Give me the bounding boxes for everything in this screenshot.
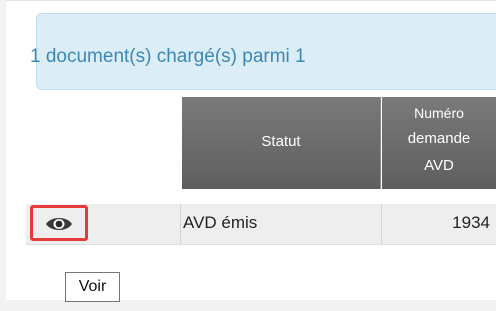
cell-divider: [381, 204, 382, 244]
cell-divider: [180, 204, 181, 244]
column-header-numero-line-2: demande: [407, 130, 471, 147]
column-header-numero-line-1: Numéro: [414, 105, 464, 121]
view-document-button[interactable]: [30, 205, 88, 241]
column-header-numero-demande-avd[interactable]: Numéro demande AVD: [382, 97, 496, 189]
documents-loaded-message: 1 document(s) chargé(s) parmi 1: [30, 46, 306, 67]
eye-icon: [46, 218, 72, 230]
view-tooltip: Voir: [65, 272, 120, 302]
column-header-numero-line-3: AVD: [424, 157, 454, 174]
numero-demande-cell: 1934: [452, 213, 490, 232]
status-cell: AVD émis: [183, 213, 258, 232]
page-frame: 1 document(s) chargé(s) parmi 1 Statut N…: [0, 0, 496, 311]
column-header-statut-label: Statut: [261, 133, 301, 150]
column-header-statut[interactable]: Statut: [182, 97, 381, 189]
